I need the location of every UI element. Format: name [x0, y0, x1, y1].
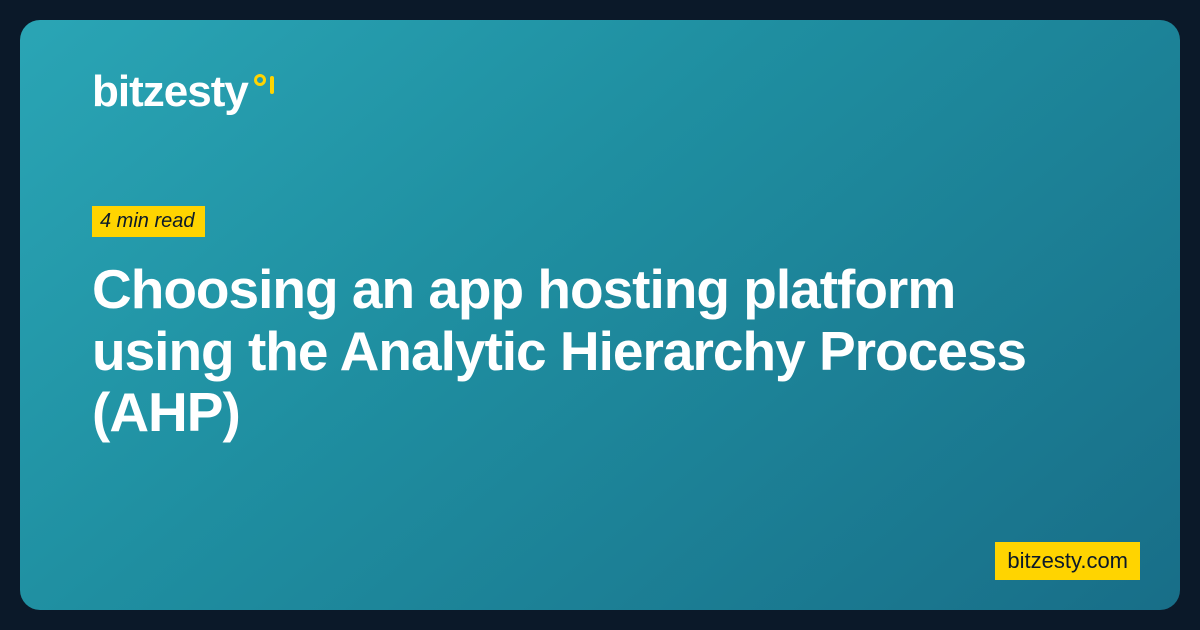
content-block: 4 min read Choosing an app hosting platf…	[92, 206, 1108, 444]
bar-icon	[270, 76, 274, 94]
circle-icon	[254, 74, 266, 86]
post-title: Choosing an app hosting platform using t…	[92, 259, 1052, 444]
brand-logo: bitzesty	[92, 70, 1108, 114]
brand-name: bitzesty	[92, 70, 248, 114]
social-card: bitzesty 4 min read Choosing an app host…	[20, 20, 1180, 610]
brand-mark-icon	[254, 74, 274, 94]
read-time-badge: 4 min read	[92, 206, 205, 237]
site-domain-badge: bitzesty.com	[995, 542, 1140, 580]
